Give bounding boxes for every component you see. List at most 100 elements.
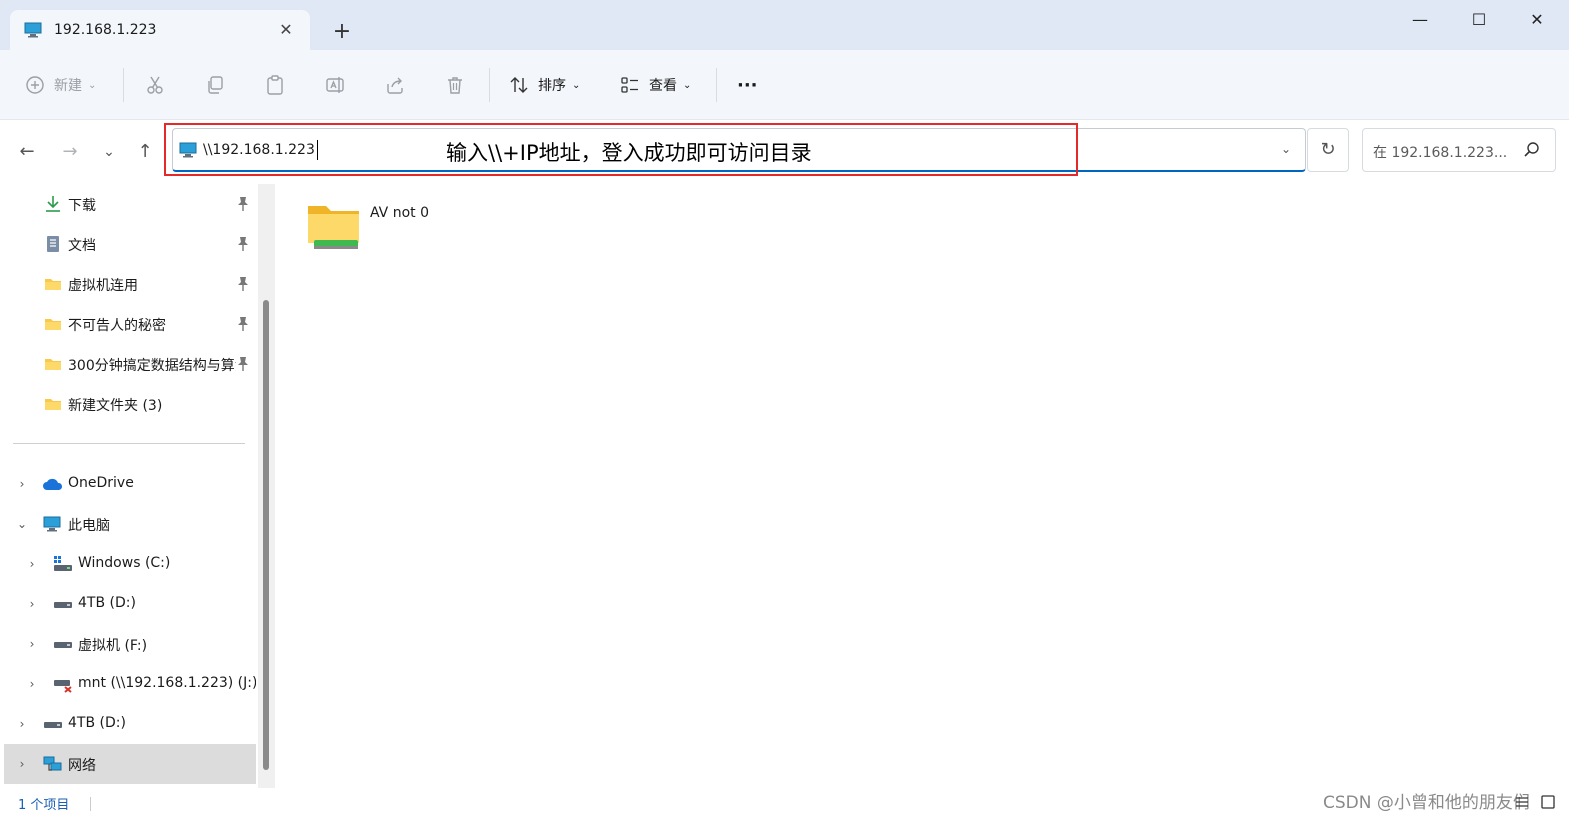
- status-bar: 1 个项目 CSDN @小曾和他的朋友们: [0, 788, 1569, 818]
- search-icon: [1523, 141, 1541, 159]
- title-bar: 192.168.1.223 ✕ + — ☐ ✕: [0, 0, 1569, 50]
- sidebar-item-label: OneDrive: [68, 475, 134, 491]
- sidebar-item-downloads[interactable]: 下载: [0, 184, 256, 224]
- annotation-text: 输入\\+IP地址，登入成功即可访问目录: [446, 141, 812, 165]
- tab-title: 192.168.1.223: [54, 22, 157, 38]
- chevron-right-icon[interactable]: ›: [25, 675, 39, 693]
- sidebar-item-drive-d[interactable]: › 4TB (D:): [0, 584, 256, 624]
- sidebar-item-folder[interactable]: 虚拟机连用: [0, 264, 256, 304]
- folder-icon: [44, 275, 62, 293]
- paste-button[interactable]: [264, 72, 294, 98]
- watermark-text: CSDN @小曾和他的朋友们: [1323, 793, 1530, 813]
- new-button[interactable]: 新建 ⌄: [24, 72, 96, 98]
- tab-close-icon[interactable]: ✕: [276, 20, 296, 40]
- tab-active[interactable]: 192.168.1.223 ✕: [10, 10, 310, 50]
- minimize-button[interactable]: —: [1400, 6, 1440, 34]
- copy-button[interactable]: [204, 72, 234, 98]
- toolbar-divider: [716, 68, 717, 102]
- sidebar-scrollbar-thumb[interactable]: [263, 300, 269, 770]
- delete-button[interactable]: [444, 72, 474, 98]
- chevron-down-icon[interactable]: ⌄: [1281, 142, 1291, 156]
- copy-icon: [204, 74, 226, 96]
- network-drive-disconnected-icon: [53, 675, 73, 693]
- rename-icon: [324, 74, 346, 96]
- new-button-label: 新建: [54, 78, 82, 94]
- sidebar-item-this-pc[interactable]: ⌄ 此电脑: [0, 504, 256, 544]
- sidebar-item-drive-f[interactable]: › 虚拟机 (F:): [0, 624, 256, 664]
- sidebar-item-label: 此电脑: [68, 518, 110, 534]
- folder-icon: [44, 355, 62, 373]
- sidebar-item-label: 网络: [68, 758, 96, 774]
- document-icon: [44, 235, 62, 253]
- chevron-down-icon[interactable]: ⌄: [15, 515, 29, 533]
- download-icon: [44, 195, 62, 213]
- sidebar-item-folder[interactable]: 不可告人的秘密: [0, 304, 256, 344]
- more-options-button[interactable]: ···: [737, 72, 758, 98]
- file-list: AV not 0: [276, 182, 1569, 788]
- maximize-button[interactable]: ☐: [1459, 6, 1499, 34]
- cloud-icon: [42, 475, 64, 493]
- search-box[interactable]: 在 192.168.1.223...: [1362, 128, 1556, 172]
- tiles-view-icon[interactable]: [1540, 794, 1556, 810]
- rename-button[interactable]: [324, 72, 354, 98]
- sidebar-item-label: 虚拟机 (F:): [78, 638, 148, 654]
- sidebar-item-network[interactable]: › 网络: [4, 744, 256, 784]
- chevron-down-icon: ⌄: [572, 79, 581, 91]
- refresh-button[interactable]: ↻: [1307, 128, 1349, 172]
- view-button[interactable]: 查看 ⌄: [619, 72, 691, 98]
- sidebar-item-documents[interactable]: 文档: [0, 224, 256, 264]
- view-layout-icon: [619, 74, 641, 96]
- sidebar-item-label: 300分钟搞定数据结构与算法: [68, 358, 236, 374]
- drive-icon: [53, 635, 73, 653]
- list-item[interactable]: AV not 0: [304, 200, 504, 256]
- drive-icon: [43, 715, 63, 733]
- chevron-down-icon: ⌄: [683, 79, 692, 91]
- sort-button[interactable]: 排序 ⌄: [508, 72, 580, 98]
- pin-icon: [236, 276, 250, 292]
- close-window-button[interactable]: ✕: [1517, 6, 1557, 34]
- share-button[interactable]: [384, 72, 414, 98]
- pin-icon: [236, 316, 250, 332]
- navigation-pane: 下载 文档 虚拟机连用 不可告人的秘密 300分钟搞定数据结构与算法 新建文件夹: [0, 182, 276, 788]
- chevron-right-icon[interactable]: ›: [15, 755, 29, 773]
- back-button[interactable]: ←: [13, 138, 41, 166]
- details-view-icon[interactable]: [1514, 794, 1530, 810]
- chevron-right-icon[interactable]: ›: [15, 715, 29, 733]
- view-button-label: 查看: [649, 78, 677, 94]
- pin-icon: [236, 356, 250, 372]
- clipboard-icon: [264, 74, 286, 96]
- forward-button[interactable]: →: [56, 138, 84, 166]
- trash-icon: [444, 74, 466, 96]
- folder-icon: [44, 395, 62, 413]
- recent-locations-button[interactable]: ⌄: [95, 138, 123, 166]
- shared-folder-icon: [306, 200, 362, 254]
- sidebar-item-drive-c[interactable]: › Windows (C:): [0, 544, 256, 584]
- sidebar-item-folder[interactable]: 300分钟搞定数据结构与算法: [0, 344, 256, 384]
- sidebar-item-folder[interactable]: 新建文件夹 (3): [0, 384, 256, 424]
- computer-icon: [24, 22, 42, 38]
- item-count: 1 个项目: [18, 798, 70, 813]
- scissors-icon: [144, 74, 166, 96]
- search-input[interactable]: 在 192.168.1.223...: [1373, 142, 1507, 162]
- status-divider: [90, 797, 91, 811]
- folder-icon: [44, 315, 62, 333]
- sidebar-item-onedrive[interactable]: › OneDrive: [0, 464, 256, 504]
- chevron-right-icon[interactable]: ›: [25, 595, 39, 613]
- file-name: AV not 0: [370, 205, 429, 221]
- up-button[interactable]: ↑: [131, 138, 159, 166]
- sidebar-item-network-drive-j[interactable]: › mnt (\\192.168.1.223) (J:): [0, 664, 256, 704]
- sidebar-item-drive-d-root[interactable]: › 4TB (D:): [0, 704, 256, 744]
- sidebar-item-label: 虚拟机连用: [68, 278, 138, 294]
- plus-circle-icon: [24, 74, 46, 96]
- pin-icon: [236, 236, 250, 252]
- sidebar-divider: [13, 443, 245, 444]
- sidebar-item-label: mnt (\\192.168.1.223) (J:): [78, 675, 256, 691]
- chevron-down-icon: ⌄: [88, 79, 97, 91]
- cut-button[interactable]: [144, 72, 174, 98]
- chevron-right-icon[interactable]: ›: [25, 555, 39, 573]
- sidebar-item-label: Windows (C:): [78, 555, 171, 571]
- sidebar-item-label: 不可告人的秘密: [68, 318, 166, 334]
- chevron-right-icon[interactable]: ›: [15, 475, 29, 493]
- new-tab-button[interactable]: +: [330, 20, 354, 44]
- chevron-right-icon[interactable]: ›: [25, 635, 39, 653]
